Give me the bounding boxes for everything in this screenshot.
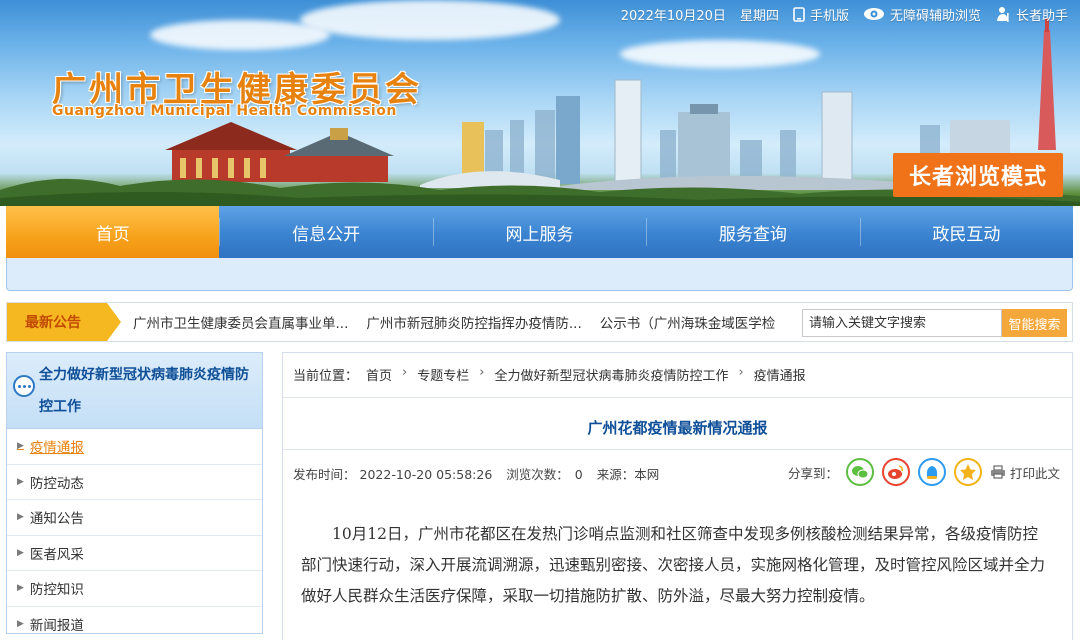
chevron-right-icon: › [479,365,485,380]
current-weekday: 星期四 [739,8,779,24]
article-panel: 当前位置： 首页 › 专题专栏 › 全力做好新型冠状病毒肺炎疫情防控工作 › 疫… [282,352,1073,640]
publish-time: 发布时间： 2022-10-20 05:58:26 [293,464,492,483]
breadcrumb-special-column[interactable]: 专题专栏 [417,365,469,384]
nav-public-interaction[interactable]: 政民互动 [859,206,1073,258]
latest-notice-label: 最新公告 [7,303,121,341]
breadcrumb: 当前位置： 首页 › 专题专栏 › 全力做好新型冠状病毒肺炎疫情防控工作 › 疫… [293,365,806,384]
breadcrumb-prefix: 当前位置： [293,369,359,384]
nav-info-disclosure[interactable]: 信息公开 [219,206,432,258]
site-logo-english: Guangzhou Municipal Health Commission [52,103,397,119]
breadcrumb-home[interactable]: 首页 [366,365,392,384]
share-label: 分享到： [788,465,839,481]
article-source: 来源：本网 [597,464,660,483]
triangle-right-icon: ▶ [17,512,24,523]
breadcrumb-current[interactable]: 疫情通报 [754,365,806,384]
chevron-right-icon: › [402,365,408,380]
print-article-button[interactable]: 打印此文 [990,463,1060,482]
accessibility-link[interactable]: 无障碍辅助浏览 [863,5,981,24]
view-count-value: 0 [574,467,583,482]
publish-time-value: 2022-10-20 05:58:26 [359,467,493,482]
search-input[interactable] [802,309,1002,337]
nav-online-services[interactable]: 网上服务 [432,206,646,258]
publish-time-label: 发布时间： [293,467,356,482]
topic-sidebar: 全力做好新型冠状病毒肺炎疫情防控工作 ▶ 疫情通报 ▶ 防控动态 ▶ 通知公告 ▶ 医者… [6,352,263,634]
wechat-share-icon[interactable] [846,458,875,486]
sidebar-item-label: 疫情通报 [29,440,84,457]
mobile-version-label: 手机版 [809,8,849,24]
article-body: 10月12日，广州市花都区在发热门诊哨点监测和社区筛查中发现多例核酸检测结果异常… [301,525,1046,605]
breadcrumb-topic[interactable]: 全力做好新型冠状病毒肺炎疫情防控工作 [494,365,728,384]
qq-share-icon[interactable] [918,458,947,486]
article-title: 广州花都疫情最新情况通报 [587,419,768,437]
triangle-right-icon: ▶ [17,547,24,558]
sidebar-item-label: 新闻报道 [29,617,84,634]
chat-bubble-icon [13,375,35,397]
main-navigation: 首页 信息公开 网上服务 服务查询 政民互动 [6,206,1073,258]
latest-notice-bar: 最新公告 广州市卫生健康委员会直属事业单... 广州市新冠肺炎防控指挥办疫情防.… [6,302,1073,342]
divider [283,449,1072,450]
view-count: 浏览次数： 0 [506,464,582,483]
view-count-label: 浏览次数： [506,467,569,482]
sidebar-header: 全力做好新型冠状病毒肺炎疫情防控工作 [7,353,262,429]
triangle-right-icon: ▶ [17,476,24,487]
sidebar-item-notices[interactable]: ▶ 通知公告 [7,500,262,536]
eye-icon [863,8,884,20]
sidebar-item-medical-staff[interactable]: ▶ 医者风采 [7,536,262,571]
triangle-right-icon: ▶ [17,583,24,594]
current-date: 2022年10月20日 [620,8,726,24]
sidebar-item-news-reports[interactable]: ▶ 新闻报道 [7,607,262,640]
notice-item[interactable]: 广州市新冠肺炎防控指挥办疫情防... [366,312,581,332]
top-utility-bar: 2022年10月20日 星期四 手机版 无障碍辅助浏览 长者助手 [520,0,1080,28]
accessibility-label: 无障碍辅助浏览 [889,8,981,24]
printer-icon [991,465,1006,479]
header-banner: 2022年10月20日 星期四 手机版 无障碍辅助浏览 长者助手 广州市卫生健康… [0,0,1080,206]
share-bar: 分享到： 打印此文 [788,458,1060,486]
sidebar-item-prevention-news[interactable]: ▶ 防控动态 [7,465,262,500]
sub-navigation-bar [6,258,1073,291]
triangle-right-icon: ▶ [17,441,24,452]
elder-person-icon [996,7,1009,22]
sidebar-menu: ▶ 疫情通报 ▶ 防控动态 ▶ 通知公告 ▶ 医者风采 ▶ 防控知识 ▶ 新闻报道 [7,429,262,640]
weibo-share-icon[interactable] [882,458,911,486]
mobile-phone-icon [793,6,805,22]
sidebar-item-label: 通知公告 [29,511,84,528]
qzone-share-icon[interactable] [954,458,983,486]
sidebar-item-label: 防控动态 [29,475,84,492]
chevron-right-icon: › [738,365,744,380]
sidebar-item-prevention-knowledge[interactable]: ▶ 防控知识 [7,571,262,607]
notice-item[interactable]: 广州市卫生健康委员会直属事业单... [133,312,348,332]
print-label: 打印此文 [1010,465,1061,481]
divider [283,397,1072,398]
notice-ticker: 广州市卫生健康委员会直属事业单... 广州市新冠肺炎防控指挥办疫情防... 公示… [133,312,793,332]
elder-browse-mode-button[interactable]: 长者浏览模式 [893,153,1063,197]
triangle-right-icon: ▶ [17,618,24,629]
source-value: 本网 [634,467,660,482]
article-meta: 发布时间： 2022-10-20 05:58:26 浏览次数： 0 来源：本网 [293,464,659,483]
nav-service-query[interactable]: 服务查询 [646,206,859,258]
source-label: 来源： [596,467,635,482]
nav-home[interactable]: 首页 [6,206,220,258]
elder-assistant-link[interactable]: 长者助手 [995,5,1068,24]
sidebar-item-label: 防控知识 [29,582,84,599]
smart-search-button[interactable]: 智能搜索 [1002,309,1067,337]
sidebar-item-epidemic-report[interactable]: ▶ 疫情通报 [7,429,262,465]
notice-item[interactable]: 公示书（广州海珠金域医学检 [600,312,776,332]
sidebar-item-label: 医者风采 [29,546,84,563]
elder-assistant-label: 长者助手 [1015,8,1068,24]
mobile-version-link[interactable]: 手机版 [793,5,849,24]
sidebar-title: 全力做好新型冠状病毒肺炎疫情防控工作 [39,367,249,415]
